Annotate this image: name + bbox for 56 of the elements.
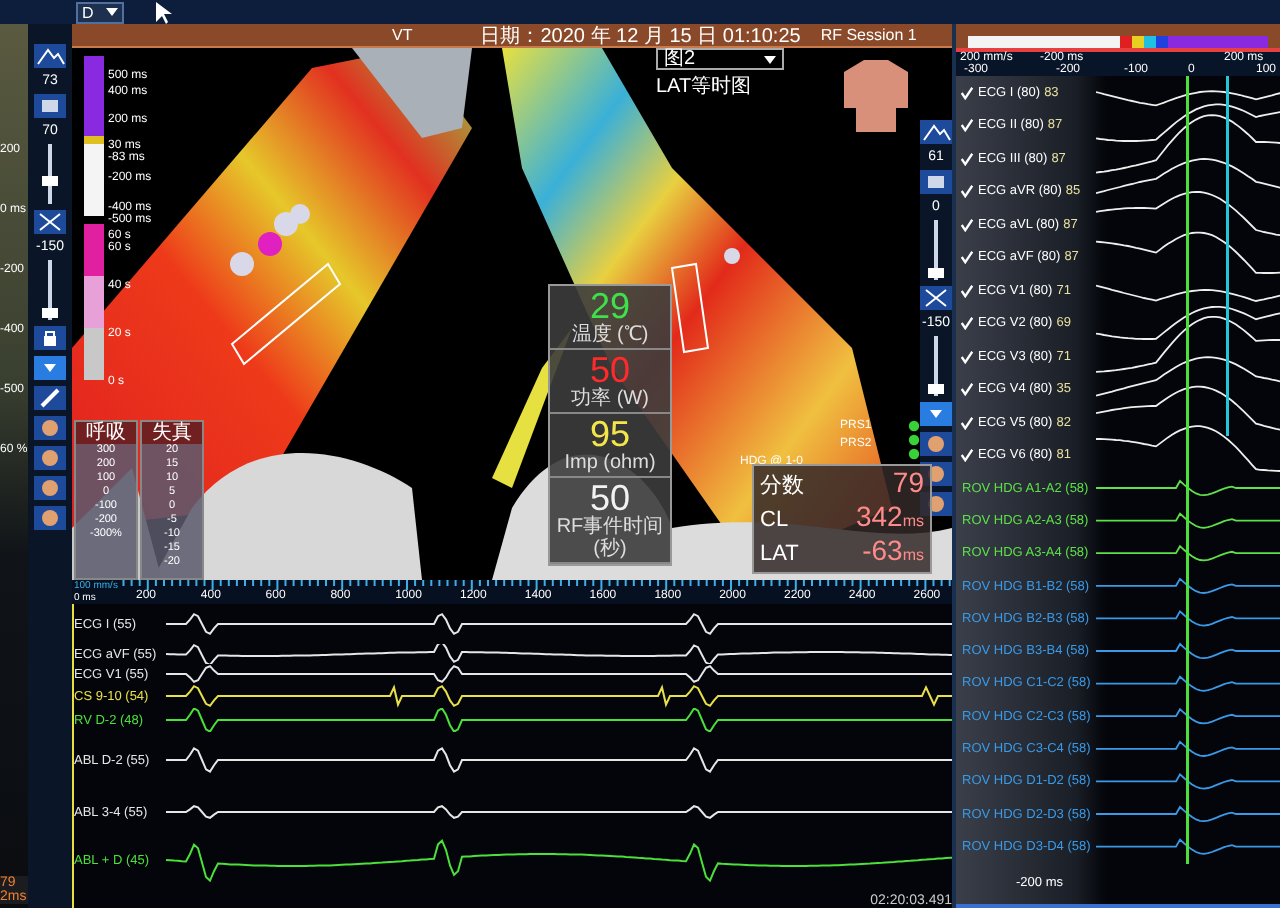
map-select[interactable]: 图2: [656, 48, 784, 70]
checkbox[interactable]: [960, 151, 974, 166]
checkbox[interactable]: [960, 349, 974, 364]
color-scale-bar[interactable]: [84, 56, 104, 380]
session-label: RF Session 1: [820, 26, 917, 44]
ablation-value: 95: [589, 416, 631, 452]
checkbox[interactable]: [960, 316, 974, 331]
layers-icon[interactable]: [34, 94, 66, 118]
ablation-label: 温度 (℃): [571, 324, 649, 346]
ablation-value: 50: [589, 480, 631, 516]
map-title: VT: [392, 26, 413, 44]
ablation-label: RF事件时间 (秒): [554, 516, 666, 560]
map-type-label: LAT等时图: [656, 73, 752, 100]
checkbox[interactable]: [960, 118, 974, 133]
cursor-icon: [156, 1, 172, 23]
caret-icon: [106, 8, 118, 16]
head-icon[interactable]: [34, 506, 66, 530]
ablation-value: 50: [589, 352, 631, 388]
panel-title: 失真: [142, 422, 202, 444]
checkbox[interactable]: [960, 283, 974, 298]
head-icon[interactable]: [34, 416, 66, 440]
date-label: 日期：2020 年 12 月 15 日 01:10:25: [480, 23, 801, 48]
mountain-icon[interactable]: [920, 120, 952, 144]
checkbox[interactable]: [960, 184, 974, 199]
ablation-label: 功率 (W): [571, 388, 649, 410]
info-value: -63ms: [862, 536, 924, 570]
info-label: 分数: [760, 472, 804, 502]
electrode-markers-drawing: [230, 204, 310, 276]
caret-icon: [764, 55, 776, 63]
ablation-value: 29: [589, 288, 631, 324]
scissors-icon[interactable]: [920, 286, 952, 310]
lock-icon[interactable]: [34, 326, 66, 350]
mountain-icon[interactable]: [34, 44, 66, 68]
info-label: LAT: [760, 540, 799, 570]
electrode-marker: [724, 248, 740, 264]
status-dots-icon: [908, 420, 920, 460]
layers-icon[interactable]: [920, 170, 952, 194]
info-value: 79: [892, 468, 924, 498]
catheter-outline: [670, 262, 710, 354]
checkbox[interactable]: [960, 217, 974, 232]
checkbox[interactable]: [960, 85, 974, 100]
info-label: CL: [760, 506, 789, 536]
ablation-label: Imp (ohm): [564, 452, 656, 474]
head-icon[interactable]: [34, 476, 66, 500]
channel-dropdown[interactable]: D: [76, 1, 124, 23]
checkbox[interactable]: [960, 415, 974, 430]
checkbox[interactable]: [960, 448, 974, 463]
checkbox[interactable]: [960, 382, 974, 397]
head-icon[interactable]: [34, 446, 66, 470]
scissors-icon[interactable]: [34, 210, 66, 234]
head-icon[interactable]: [920, 432, 952, 456]
checkbox[interactable]: [960, 250, 974, 265]
info-value: 342ms: [855, 502, 924, 536]
pencil-icon[interactable]: [34, 386, 66, 410]
panel-title: 呼吸: [76, 422, 136, 444]
catheter-outline: [230, 262, 342, 366]
